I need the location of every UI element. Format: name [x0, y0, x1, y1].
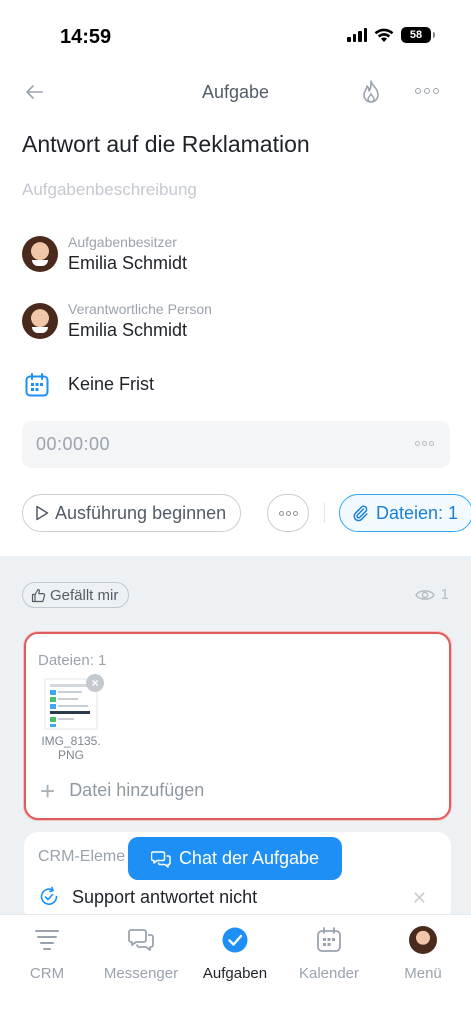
tab-label: Aufgaben: [202, 965, 268, 982]
eye-icon: [414, 589, 435, 600]
person-name: Emilia Schmidt: [68, 253, 188, 273]
refresh-check-icon: [40, 886, 58, 905]
more-actions-button[interactable]: [267, 494, 309, 532]
status-bar: 14:59 58: [0, 0, 471, 60]
person-name: Emilia Schmidt: [68, 320, 188, 340]
start-execution-button[interactable]: Ausführung beginnen: [22, 494, 242, 532]
task-title[interactable]: Antwort auf die Reklamation: [22, 131, 310, 158]
thumbs-up-icon: [31, 588, 46, 602]
calendar-icon: [25, 373, 49, 397]
like-label: Gefällt mir: [50, 586, 119, 604]
person-role-label: Aufgabenbesitzer: [68, 234, 177, 250]
remove-file-icon[interactable]: ×: [86, 674, 104, 692]
avatar: [22, 236, 58, 272]
timer-value: 00:00:00: [36, 434, 111, 454]
divider: [324, 503, 325, 523]
crm-item[interactable]: Support antwortet nicht: [38, 886, 257, 908]
top-nav-bar: Aufgabe: [0, 70, 471, 114]
person-role-label: Verantwortliche Person: [68, 301, 212, 317]
paperclip-icon: [353, 505, 368, 522]
calendar-icon: [317, 927, 341, 952]
crm-icon: [35, 930, 59, 950]
tab-label: Menü: [404, 965, 442, 982]
file-name: IMG_8135. PNG: [34, 734, 108, 762]
cellular-signal-icon: [347, 28, 367, 42]
files-card: Dateien: 1 × IMG_8135. PNG + Datei hinzu…: [24, 632, 451, 820]
close-icon[interactable]: ✕: [412, 888, 427, 909]
flame-icon[interactable]: [359, 79, 383, 105]
task-chat-label: Chat der Aufgabe: [178, 848, 320, 868]
wifi-icon: [374, 28, 394, 42]
page-title: Aufgabe: [201, 82, 270, 102]
status-time: 14:59: [60, 26, 112, 48]
bottom-tab-bar: CRM Messenger Aufgaben Kalender Menü: [0, 914, 471, 1024]
start-execution-label: Ausführung beginnen: [55, 502, 227, 523]
status-icons: 58: [347, 27, 435, 43]
play-icon: [36, 505, 49, 521]
files-button[interactable]: Dateien: 1: [339, 494, 471, 532]
tab-label: Messenger: [103, 965, 179, 982]
views-counter: 1: [414, 586, 449, 603]
files-button-label: Dateien: 1: [376, 502, 459, 523]
deadline-label: Keine Frist: [68, 374, 155, 394]
timer-more-icon[interactable]: [415, 441, 434, 446]
views-count: 1: [440, 586, 449, 603]
action-buttons-row: Ausführung beginnen Dateien: 1: [22, 494, 471, 534]
like-button[interactable]: Gefällt mir: [22, 582, 130, 608]
more-options-icon[interactable]: [415, 88, 439, 94]
file-name-line: IMG_8135. PNG: [41, 734, 101, 762]
tasks-check-icon: [222, 927, 248, 953]
messenger-icon: [128, 929, 154, 951]
tab-messenger[interactable]: Messenger: [94, 925, 188, 982]
crm-item-label: Support antwortet nicht: [72, 886, 258, 907]
task-description-field[interactable]: Aufgabenbeschreibung: [22, 180, 197, 200]
time-tracker[interactable]: 00:00:00: [22, 421, 450, 468]
chat-bubbles-icon: [150, 850, 171, 868]
tab-menu[interactable]: Menü: [376, 925, 470, 982]
plus-icon: +: [40, 775, 56, 806]
menu-avatar-icon: [408, 925, 438, 955]
responsible-person-row[interactable]: Verantwortliche Person Emilia Schmidt: [22, 301, 442, 345]
tab-label: CRM: [29, 965, 65, 982]
task-owner-row[interactable]: Aufgabenbesitzer Emilia Schmidt: [22, 234, 442, 278]
files-count-label: Dateien: 1: [38, 652, 107, 669]
avatar: [409, 926, 437, 954]
tab-tasks[interactable]: Aufgaben: [188, 925, 282, 982]
task-chat-button[interactable]: Chat der Aufgabe: [128, 837, 342, 880]
avatar: [22, 303, 58, 339]
battery-icon: 58: [401, 27, 435, 43]
add-file-button[interactable]: + Datei hinzufügen: [40, 775, 205, 806]
tab-label: Kalender: [298, 965, 360, 982]
crm-title: CRM-Eleme: [38, 848, 126, 865]
tab-crm[interactable]: CRM: [0, 925, 94, 982]
tab-calendar[interactable]: Kalender: [282, 925, 376, 982]
add-file-label: Datei hinzufügen: [69, 780, 205, 800]
